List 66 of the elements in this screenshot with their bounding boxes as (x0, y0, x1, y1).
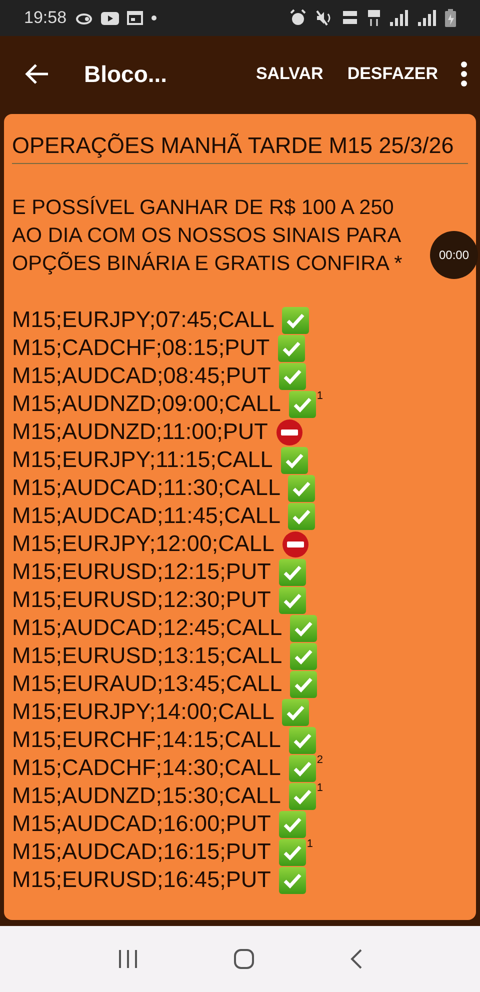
status-time: 19:58 (24, 8, 67, 28)
battery-icon (445, 9, 456, 27)
signal-line: M15;EURUSD;16:45;PUT (12, 867, 271, 893)
signal-line: M15;EURCHF;14:15;CALL (12, 727, 281, 753)
signal-line: M15;EURJPY;11:15;CALL (12, 447, 273, 473)
signal-line: M15;AUDCAD;08:45;PUT (12, 363, 271, 389)
mute-icon (315, 9, 333, 27)
check-icon (282, 306, 310, 334)
no-entry-icon (276, 418, 303, 446)
more-icon[interactable] (460, 61, 468, 87)
check-icon (278, 362, 306, 390)
signal-line: M15;EURUSD;12:15;PUT (12, 559, 271, 585)
calendar-icon (126, 11, 143, 25)
signal-line: M15;AUDNZD;11:00;PUT (12, 419, 268, 445)
check-icon (288, 390, 316, 418)
check-icon (288, 474, 316, 502)
signal-line: M15;AUDCAD;16:15;PUT (12, 839, 271, 865)
signal-line: M15;EURJPY;14:00;CALL (12, 699, 274, 725)
toolbar-title: Bloco... (84, 60, 168, 88)
home-icon[interactable] (233, 948, 255, 970)
back-icon[interactable] (349, 948, 363, 970)
superscript-number: 2 (316, 754, 323, 766)
signal-line: M15;EURAUD;13:45;CALL (12, 671, 282, 697)
recents-icon[interactable] (117, 949, 139, 969)
check-icon (290, 614, 318, 642)
check-icon (280, 446, 308, 474)
signal-line: M15;AUDCAD;12:45;CALL (12, 615, 282, 641)
action-button[interactable]: DESFAZER (335, 56, 450, 92)
signal-line: M15;AUDNZD;09:00;CALL (12, 391, 281, 417)
check-icon (278, 334, 305, 362)
superscript-number: 1 (316, 782, 323, 794)
signal-line: M15;EURUSD;12:30;PUT (12, 587, 271, 613)
superscript-number: 1 (306, 838, 313, 850)
signal-line: M15;EURJPY;12:00;CALL (12, 531, 274, 557)
note-paragraph: E POSSÍVEL GANHAR DE R$ 100 A 250 AO DIA COM OS NOSSOS SINAIS PARA OPÇÕES BINÁRIA E GRATIS CONFIRA * (12, 195, 404, 277)
signal-icon (389, 10, 409, 26)
signal-line: M15;AUDCAD;11:30;CALL (12, 475, 280, 501)
check-icon (278, 586, 306, 614)
check-icon (288, 502, 316, 530)
check-icon (290, 670, 318, 698)
check-icon (278, 866, 306, 894)
signal-line: M15;CADCHF;14:30;CALL (12, 755, 281, 781)
check-icon (278, 558, 306, 586)
superscript-number: 1 (316, 390, 323, 402)
signal-line: M15;CADCHF;08:15;PUT (12, 335, 270, 361)
alarm-icon (289, 9, 307, 27)
dot-icon (150, 15, 157, 21)
signal-line: M15;EURJPY;07:45;CALL (12, 307, 274, 333)
signal-line: M15;AUDCAD;16:00;PUT (12, 811, 271, 837)
signal-line: M15;AUDNZD;15:30;CALL (12, 783, 281, 809)
check-icon (288, 726, 316, 754)
timer-bubble[interactable]: 00:00 (430, 231, 478, 279)
no-entry-icon (282, 530, 310, 558)
signal-line: M15;EURUSD;13:15;CALL (12, 643, 282, 669)
check-icon (282, 698, 310, 726)
notification-icon (74, 11, 93, 25)
check-icon (288, 754, 316, 782)
signal-line: M15;AUDCAD;11:45;CALL (12, 503, 280, 529)
signal-icon (417, 10, 437, 26)
video-icon (100, 12, 119, 24)
note-title: OPERAÇÕES MANHÃ TARDE M15 25/3/26 (12, 132, 468, 164)
check-icon (278, 810, 306, 838)
check-icon (278, 838, 306, 866)
check-icon (290, 642, 318, 670)
action-button[interactable]: SALVAR (244, 56, 336, 92)
check-icon (288, 782, 316, 810)
